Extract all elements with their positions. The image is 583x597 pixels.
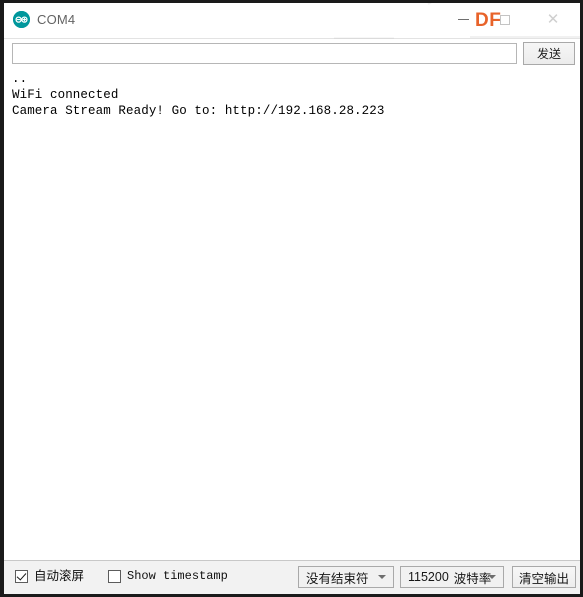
send-row: 发送 <box>4 39 580 69</box>
status-bar-left: 自动滚屏 Show timestamp <box>15 570 228 583</box>
console-line: .. <box>12 72 28 86</box>
title-bar-left: COM4 <box>13 11 75 28</box>
baud-rate-unit: 波特率 <box>453 571 492 586</box>
window-controls: ✕ <box>440 3 580 38</box>
autoscroll-checkbox[interactable] <box>15 570 28 583</box>
autoscroll-label: 自动滚屏 <box>34 569 85 583</box>
chevron-down-icon <box>378 575 386 579</box>
send-input[interactable] <box>12 43 517 64</box>
show-timestamp-label: Show timestamp <box>127 569 228 583</box>
close-button[interactable]: ✕ <box>532 3 574 36</box>
window-inner: COM4 ✕ DF 发送 .. WiFi connected Camera St… <box>4 3 580 594</box>
arduino-infinity-icon <box>13 11 30 28</box>
clear-output-button[interactable]: 清空输出 <box>512 566 576 588</box>
send-button[interactable]: 发送 <box>523 42 575 65</box>
maximize-icon <box>500 14 510 25</box>
baud-rate-number: 115200 <box>408 570 449 584</box>
baud-rate-select[interactable]: 115200 波特率 <box>400 566 504 588</box>
minimize-icon <box>457 19 469 20</box>
serial-monitor-window: COM4 ✕ DF 发送 .. WiFi connected Camera St… <box>0 0 583 597</box>
console-line: WiFi connected <box>12 88 119 102</box>
line-ending-select[interactable]: 没有结束符 <box>298 566 394 588</box>
title-bar: COM4 ✕ DF <box>4 3 580 39</box>
window-title: COM4 <box>37 12 76 27</box>
status-bar: 自动滚屏 Show timestamp 没有结束符 115200 波特率 清空输… <box>4 560 580 594</box>
line-ending-value: 没有结束符 <box>306 571 369 586</box>
show-timestamp-checkbox[interactable] <box>108 570 122 583</box>
chevron-down-icon <box>488 575 496 579</box>
df-watermark: DF <box>475 10 502 31</box>
console-line: Camera Stream Ready! Go to: http://192.1… <box>12 104 385 118</box>
console-output[interactable]: .. WiFi connected Camera Stream Ready! G… <box>8 71 576 558</box>
close-icon: ✕ <box>546 10 560 28</box>
